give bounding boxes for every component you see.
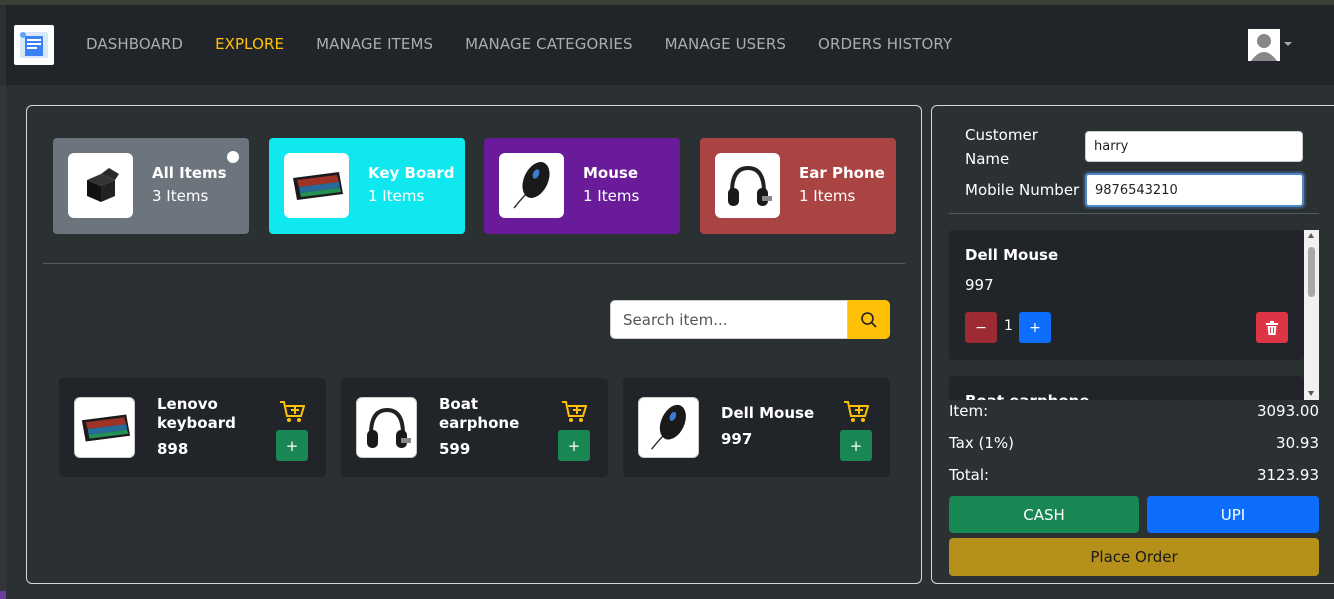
category-mouse[interactable]: Mouse 1 Items xyxy=(484,138,680,234)
keyboard-icon xyxy=(284,153,349,218)
cart-panel: Customer Name Mobile Number Dell Mouse 9… xyxy=(931,105,1334,584)
tax-row: Tax (1%) 30.93 xyxy=(949,434,1319,452)
add-to-cart-button[interactable]: + xyxy=(276,430,308,461)
add-to-cart-button[interactable]: + xyxy=(840,430,872,461)
upi-button[interactable]: UPI xyxy=(1147,496,1319,533)
left-edge xyxy=(0,85,6,599)
divider xyxy=(949,213,1319,214)
item-label: Item: xyxy=(949,402,989,420)
nav-orders-history[interactable]: ORDERS HISTORY xyxy=(818,35,952,53)
category-name: Ear Phone xyxy=(799,164,885,182)
nav-manage-users[interactable]: MANAGE USERS xyxy=(665,35,786,53)
cart-plus-icon xyxy=(562,401,587,422)
app-logo[interactable] xyxy=(14,25,54,65)
scroll-down-arrow[interactable] xyxy=(1308,391,1314,396)
mouse-icon xyxy=(638,397,699,458)
cart-item: Dell Mouse 997 − 1 + xyxy=(949,230,1304,360)
selected-indicator xyxy=(227,151,239,163)
tax-label: Tax (1%) xyxy=(949,434,1015,452)
increase-qty-button[interactable]: + xyxy=(1019,312,1051,343)
scroll-thumb[interactable] xyxy=(1308,247,1315,297)
item-price: 997 xyxy=(721,430,753,448)
category-all-items[interactable]: All Items 3 Items xyxy=(53,138,249,234)
customer-name-input[interactable] xyxy=(1085,131,1303,162)
tax-value: 30.93 xyxy=(1276,434,1319,452)
item-card: Dell Mouse 997 + xyxy=(623,378,890,477)
nav-explore[interactable]: EXPLORE xyxy=(215,35,284,53)
remove-item-button[interactable] xyxy=(1256,312,1288,343)
category-name: Key Board xyxy=(368,164,455,182)
trash-icon xyxy=(1266,320,1278,335)
mobile-number-label: Mobile Number xyxy=(965,181,1080,199)
mouse-icon xyxy=(499,153,564,218)
decrease-qty-button[interactable]: − xyxy=(965,312,997,343)
cart-item-name: Dell Mouse xyxy=(965,246,1059,264)
divider xyxy=(43,263,905,264)
item-name: Dell Mouse xyxy=(721,404,815,422)
keyboard-icon xyxy=(74,397,135,458)
cart-item-price: 997 xyxy=(965,276,994,294)
cart-plus-icon xyxy=(280,401,305,422)
category-key-board[interactable]: Key Board 1 Items xyxy=(269,138,465,234)
item-name: Lenovo keyboard xyxy=(157,395,236,432)
search-button[interactable] xyxy=(848,300,890,339)
category-name: All Items xyxy=(152,164,227,182)
category-ear-phone[interactable]: Ear Phone 1 Items xyxy=(700,138,896,234)
cart-plus-icon xyxy=(844,401,869,422)
item-price: 599 xyxy=(439,440,471,458)
box-icon xyxy=(68,153,133,218)
item-subtotal-row: Item: 3093.00 xyxy=(949,402,1319,420)
search-input[interactable] xyxy=(610,300,848,339)
navbar: DASHBOARD EXPLORE MANAGE ITEMS MANAGE CA… xyxy=(6,5,1334,85)
cash-button[interactable]: CASH xyxy=(949,496,1139,533)
scroll-up-arrow[interactable] xyxy=(1308,233,1314,238)
category-count: 1 Items xyxy=(583,187,640,205)
user-avatar[interactable] xyxy=(1248,29,1280,61)
item-card: Boat earphone 599 + xyxy=(341,378,608,477)
category-name: Mouse xyxy=(583,164,639,182)
add-to-cart-button[interactable]: + xyxy=(558,430,590,461)
item-price: 898 xyxy=(157,440,189,458)
mobile-number-input[interactable] xyxy=(1085,173,1304,207)
search-bar xyxy=(610,300,890,339)
logo-icon xyxy=(20,32,48,58)
headphones-icon xyxy=(715,153,780,218)
cart-item: Boat earphone xyxy=(949,376,1304,400)
place-order-button[interactable]: Place Order xyxy=(949,538,1319,576)
category-count: 1 Items xyxy=(368,187,425,205)
category-count: 1 Items xyxy=(799,187,856,205)
category-count: 3 Items xyxy=(152,187,209,205)
nav-manage-categories[interactable]: MANAGE CATEGORIES xyxy=(465,35,632,53)
nav-dashboard[interactable]: DASHBOARD xyxy=(86,35,183,53)
user-dropdown-caret[interactable] xyxy=(1284,42,1292,46)
item-value: 3093.00 xyxy=(1256,402,1319,420)
cart-item-name: Boat earphone xyxy=(965,392,1090,400)
nav-manage-items[interactable]: MANAGE ITEMS xyxy=(316,35,433,53)
item-card: Lenovo keyboard 898 + xyxy=(59,378,326,477)
total-row: Total: 3123.93 xyxy=(949,466,1319,484)
cart-item-qty: 1 xyxy=(1004,318,1013,334)
cart-scrollbar[interactable] xyxy=(1304,230,1319,400)
explore-panel: All Items 3 Items Key Board 1 Items Mous… xyxy=(26,105,922,584)
user-icon xyxy=(1251,34,1277,61)
item-name: Boat earphone xyxy=(439,395,520,432)
search-icon xyxy=(861,311,877,328)
customer-name-label: Customer Name xyxy=(965,126,1038,168)
total-value: 3123.93 xyxy=(1256,466,1319,484)
total-label: Total: xyxy=(949,466,990,484)
cart-list[interactable]: Dell Mouse 997 − 1 + Boat earphone xyxy=(949,230,1319,400)
headphones-icon xyxy=(356,397,417,458)
